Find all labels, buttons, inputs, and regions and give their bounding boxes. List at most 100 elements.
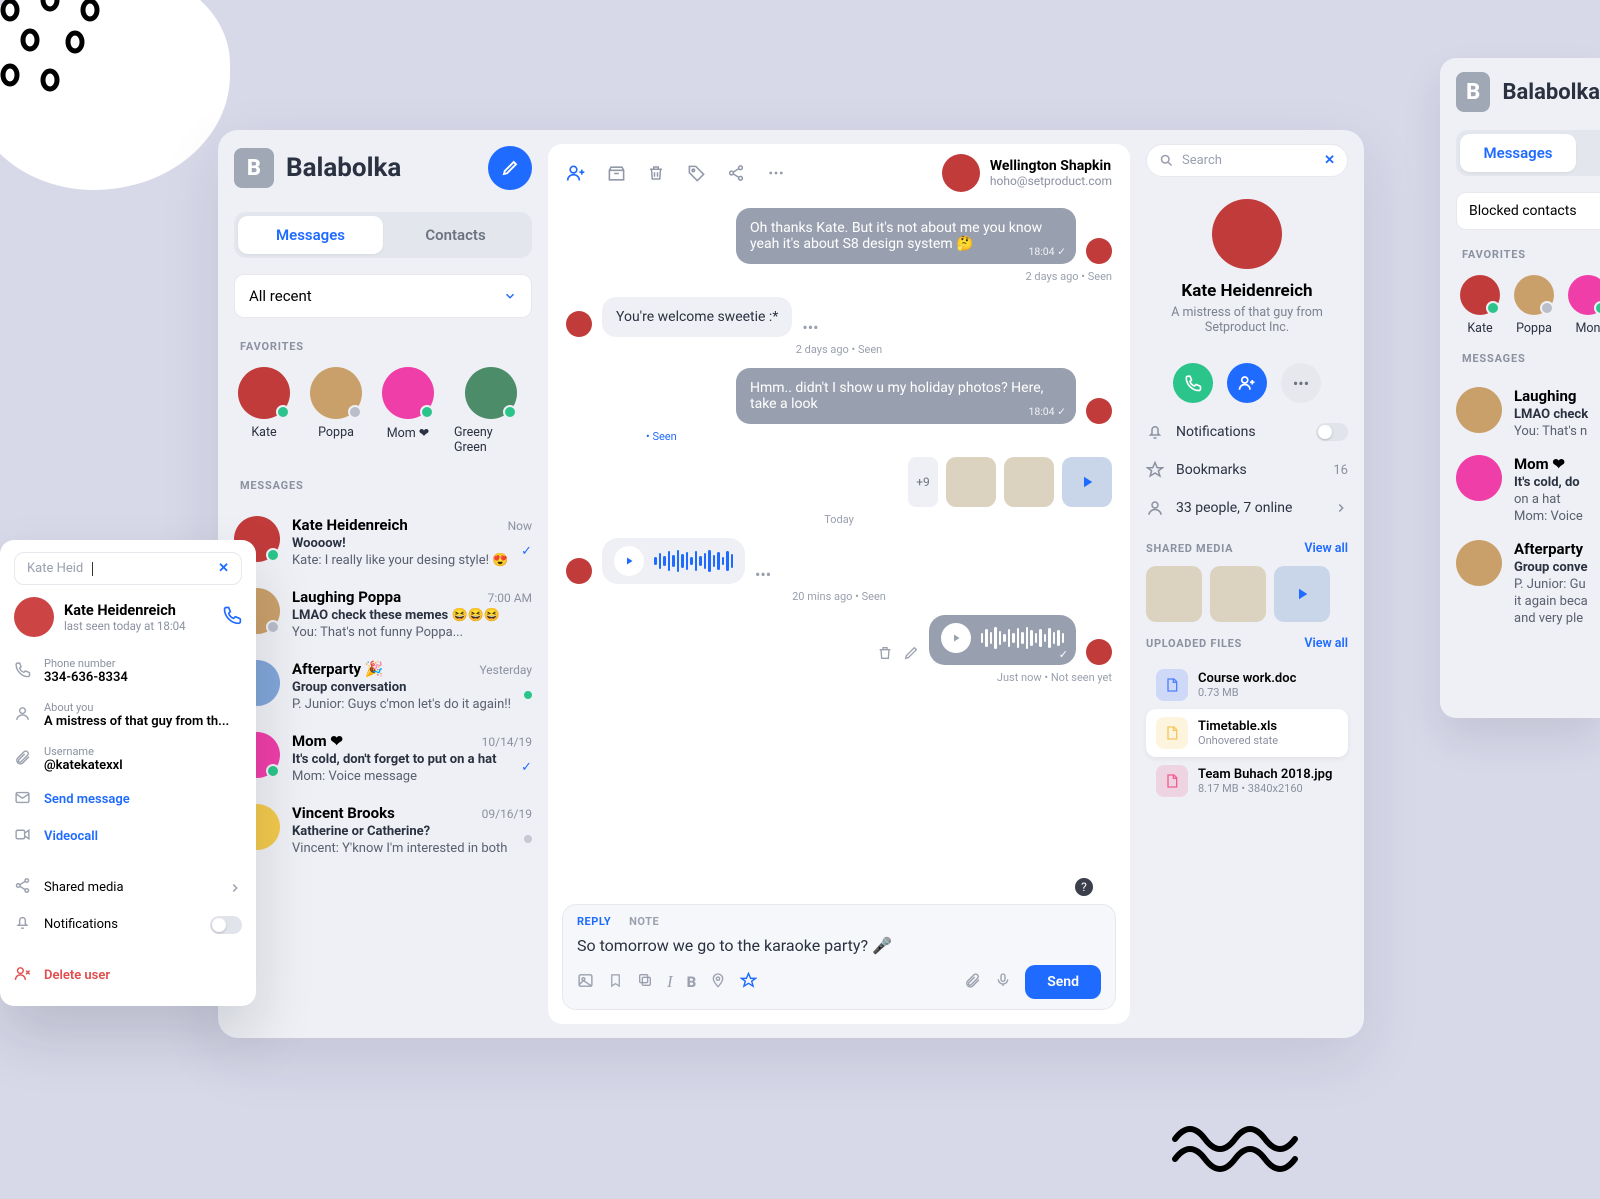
conversation-item[interactable]: AfterpartyGroup conveP. Junior: Guit aga… xyxy=(1456,532,1600,634)
message-in[interactable]: You're welcome sweetie :* xyxy=(602,297,792,337)
copy-icon[interactable] xyxy=(637,972,653,992)
italic-icon[interactable]: I xyxy=(667,972,673,992)
conversation-list: Kate HeidenreichNow Woooow! Kate: I real… xyxy=(218,506,548,866)
message-out[interactable]: Oh thanks Kate. But it's not about me yo… xyxy=(736,208,1076,264)
location-icon[interactable] xyxy=(710,972,726,992)
media-thumb[interactable] xyxy=(1210,566,1266,622)
message-out[interactable]: Hmm.. didn't I show u my holiday photos?… xyxy=(736,368,1076,424)
conversation-item[interactable]: Laughing Poppa7:00 AM LMAO check these m… xyxy=(218,578,548,650)
trash-icon[interactable] xyxy=(877,645,893,665)
share-icon[interactable] xyxy=(726,163,746,183)
chat-panel: Wellington Shapkin hoho@setproduct.com O… xyxy=(548,144,1130,1024)
play-button[interactable] xyxy=(614,546,644,576)
media-thumb[interactable] xyxy=(1146,566,1202,622)
view-all-link[interactable]: View all xyxy=(1304,636,1348,651)
tab-messages[interactable]: Messages xyxy=(1460,134,1576,172)
composer-tab-note[interactable]: NOTE xyxy=(629,915,659,928)
conversation-preview: Vincent: Y'know I'm interested in both xyxy=(292,841,532,856)
popover-search[interactable]: Kate Heid ✕ xyxy=(14,552,242,585)
videocall-link[interactable]: Videocall xyxy=(14,818,242,855)
uploaded-files-label: UPLOADED FILES xyxy=(1146,637,1242,650)
send-button[interactable]: Send xyxy=(1025,965,1101,999)
video-icon xyxy=(14,826,32,847)
view-all-link[interactable]: View all xyxy=(1304,541,1348,556)
conversation-item[interactable]: Afterparty 🎉Yesterday Group conversation… xyxy=(218,650,548,722)
trash-icon[interactable] xyxy=(646,163,666,183)
composer-tab-reply[interactable]: REPLY xyxy=(577,915,611,928)
compose-button[interactable] xyxy=(488,146,532,190)
favorite-item[interactable]: Greeny Green xyxy=(454,367,528,455)
add-user-icon[interactable] xyxy=(566,163,586,183)
tag-icon[interactable] xyxy=(686,163,706,183)
photo-thumb[interactable] xyxy=(1004,457,1054,507)
file-item[interactable]: Timetable.xlsOnhovered state xyxy=(1146,709,1348,757)
clear-icon[interactable]: ✕ xyxy=(218,561,229,576)
more-actions-button[interactable]: ••• xyxy=(1281,363,1321,403)
setting-bookmarks[interactable]: Bookmarks 16 xyxy=(1146,451,1348,489)
filter-dropdown[interactable]: All recent xyxy=(234,274,532,318)
media-thumb-video[interactable] xyxy=(1274,566,1330,622)
notifications-row[interactable]: Notifications xyxy=(14,906,242,943)
toggle-switch[interactable] xyxy=(210,916,242,934)
profile-bio: A mistress of that guy from Setproduct I… xyxy=(1146,305,1348,335)
shared-media-link[interactable]: Shared media xyxy=(14,869,242,906)
tab-contacts[interactable]: Contacts xyxy=(383,216,528,254)
conversation-item[interactable]: Vincent Brooks09/16/19 Katherine or Cath… xyxy=(218,794,548,866)
favorite-item[interactable]: Kate xyxy=(238,367,290,455)
conversation-item[interactable]: Mom ❤It's cold, doon a hatMom: Voice xyxy=(1456,447,1600,532)
setting-members[interactable]: 33 people, 7 online xyxy=(1146,489,1348,527)
archive-icon[interactable] xyxy=(606,163,626,183)
star-icon[interactable] xyxy=(740,972,757,993)
add-contact-button[interactable] xyxy=(1227,363,1267,403)
call-icon[interactable] xyxy=(222,605,242,629)
delete-user-link[interactable]: Delete user xyxy=(14,957,242,994)
setting-notifications[interactable]: Notifications xyxy=(1146,413,1348,451)
bookmark-icon[interactable] xyxy=(608,973,623,992)
more-icon[interactable]: ••• xyxy=(755,565,771,584)
file-type-icon xyxy=(1156,765,1188,797)
avatar xyxy=(1456,455,1502,501)
call-button[interactable] xyxy=(1173,363,1213,403)
chat-peer[interactable]: Wellington Shapkin hoho@setproduct.com xyxy=(942,154,1112,192)
microphone-icon[interactable] xyxy=(995,972,1011,992)
favorite-item[interactable]: Mom ❤ xyxy=(382,367,434,455)
chevron-right-icon xyxy=(228,881,242,895)
conversation-item[interactable]: Laughing LMAO checkYou: That's n xyxy=(1456,379,1600,447)
info-panel: Search ✕ Kate Heidenreich A mistress of … xyxy=(1130,130,1364,1038)
toggle-switch[interactable] xyxy=(1316,423,1348,441)
search-placeholder: Search xyxy=(1182,153,1222,168)
favorite-item[interactable]: Poppa xyxy=(310,367,362,455)
voice-message-in[interactable] xyxy=(602,538,745,584)
conversation-item[interactable]: Mom ❤10/14/19 It's cold, don't forget to… xyxy=(218,722,548,794)
image-icon[interactable] xyxy=(577,972,594,993)
file-item[interactable]: Course work.doc0.73 MB xyxy=(1146,661,1348,709)
file-item[interactable]: Team Buhach 2018.jpg8.17 MB • 3840x2160 xyxy=(1146,757,1348,805)
shared-media-label: SHARED MEDIA xyxy=(1146,542,1233,555)
users-icon xyxy=(1146,499,1164,517)
bold-icon[interactable]: B xyxy=(687,973,697,991)
video-thumb[interactable] xyxy=(1062,457,1112,507)
profile-avatar[interactable] xyxy=(1212,199,1282,269)
more-icon[interactable] xyxy=(766,163,786,183)
share-icon xyxy=(14,877,32,898)
send-message-link[interactable]: Send message xyxy=(14,781,242,818)
conversation-item[interactable]: Kate HeidenreichNow Woooow! Kate: I real… xyxy=(218,506,548,578)
composer-input[interactable]: So tomorrow we go to the karaoke party? … xyxy=(577,936,1101,965)
attachment-icon[interactable] xyxy=(964,972,981,993)
more-photos-button[interactable]: +9 xyxy=(908,457,938,507)
file-meta: Onhovered state xyxy=(1198,734,1278,747)
play-button[interactable] xyxy=(941,623,971,653)
blocked-contacts-row[interactable]: Blocked contacts xyxy=(1456,192,1600,230)
search-input[interactable]: Search ✕ xyxy=(1146,144,1348,177)
more-icon[interactable]: ••• xyxy=(802,318,818,337)
help-icon[interactable]: ? xyxy=(1075,878,1093,896)
status-indicator xyxy=(524,684,532,703)
chat-toolbar: Wellington Shapkin hoho@setproduct.com xyxy=(548,144,1130,202)
photo-thumb[interactable] xyxy=(946,457,996,507)
filter-label: All recent xyxy=(249,287,312,305)
voice-message-out[interactable]: ✓ xyxy=(929,615,1077,665)
favorite-name: Kate xyxy=(251,425,276,440)
edit-icon[interactable] xyxy=(903,645,919,665)
tab-messages[interactable]: Messages xyxy=(238,216,383,254)
clear-icon[interactable]: ✕ xyxy=(1324,153,1335,168)
